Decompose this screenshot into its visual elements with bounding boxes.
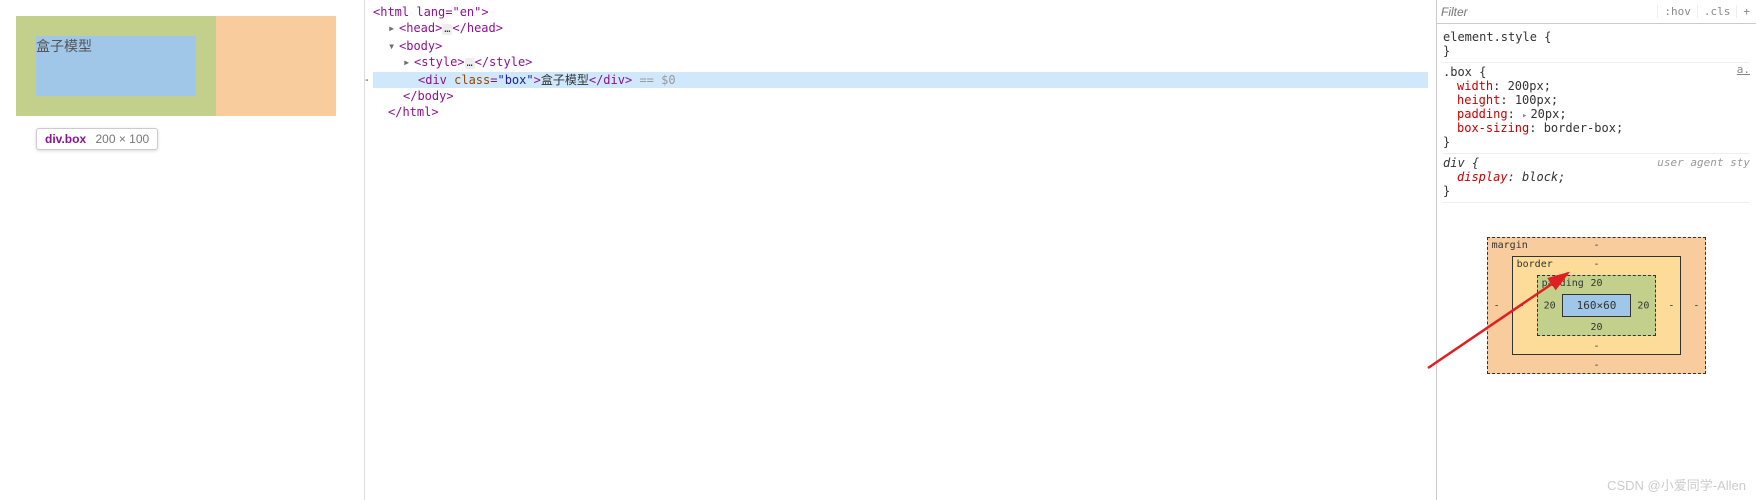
elements-panel[interactable]: <html lang="en"> ▸<head>…</head> ▾<body>… [365, 0, 1436, 500]
dom-node-html-close[interactable]: </html> [373, 104, 1428, 120]
hov-toggle[interactable]: :hov [1657, 5, 1697, 18]
dom-node-html[interactable]: <html lang="en"> [373, 4, 1428, 20]
dom-node-head[interactable]: ▸<head>…</head> [373, 20, 1428, 38]
new-rule-button[interactable]: + [1736, 5, 1756, 18]
bm-margin[interactable]: margin - - - - border - - - - padding 20… [1487, 237, 1707, 374]
preview-panel: 盒子模型 div.box 200 × 100 [0, 0, 365, 500]
ua-stylesheet-label: user agent sty [1657, 156, 1750, 169]
dom-node-body[interactable]: ▾<body> [373, 38, 1428, 54]
bm-border[interactable]: border - - - - padding 20 20 20 20 160×6… [1512, 256, 1682, 355]
source-link[interactable]: a. [1737, 63, 1750, 76]
padding-overlay: 盒子模型 [16, 16, 216, 116]
div-ua-rule[interactable]: user agent sty div { display: block; } [1443, 154, 1750, 203]
watermark: CSDN @小爱同学-Allen [1607, 475, 1746, 494]
cls-toggle[interactable]: .cls [1697, 5, 1737, 18]
dom-node-style[interactable]: ▸<style>…</style> [373, 54, 1428, 72]
box-model-diagram[interactable]: margin - - - - border - - - - padding 20… [1437, 237, 1756, 374]
element-highlight: 盒子模型 div.box 200 × 100 [16, 16, 346, 116]
style-rules: element.style { } a. .box { width: 200px… [1437, 24, 1756, 207]
bm-content[interactable]: 160×60 [1562, 294, 1632, 317]
inspect-tooltip: div.box 200 × 100 [36, 128, 158, 150]
tooltip-selector: div.box [45, 132, 86, 146]
styles-filter-input[interactable] [1437, 3, 1657, 21]
tooltip-dimensions: 200 × 100 [95, 132, 149, 146]
element-style-rule[interactable]: element.style { } [1443, 28, 1750, 63]
dom-node-selected[interactable]: <div class="box">盒子模型</div> == $0 [373, 72, 1428, 88]
styles-panel: :hov .cls + element.style { } a. .box { … [1436, 0, 1756, 500]
bm-padding[interactable]: padding 20 20 20 20 160×60 [1537, 275, 1657, 336]
filter-bar: :hov .cls + [1437, 0, 1756, 24]
margin-overlay: 盒子模型 [16, 16, 336, 116]
box-rule[interactable]: a. .box { width: 200px; height: 100px; p… [1443, 63, 1750, 154]
dom-node-body-close[interactable]: </body> [373, 88, 1428, 104]
content-box: 盒子模型 [36, 36, 196, 96]
